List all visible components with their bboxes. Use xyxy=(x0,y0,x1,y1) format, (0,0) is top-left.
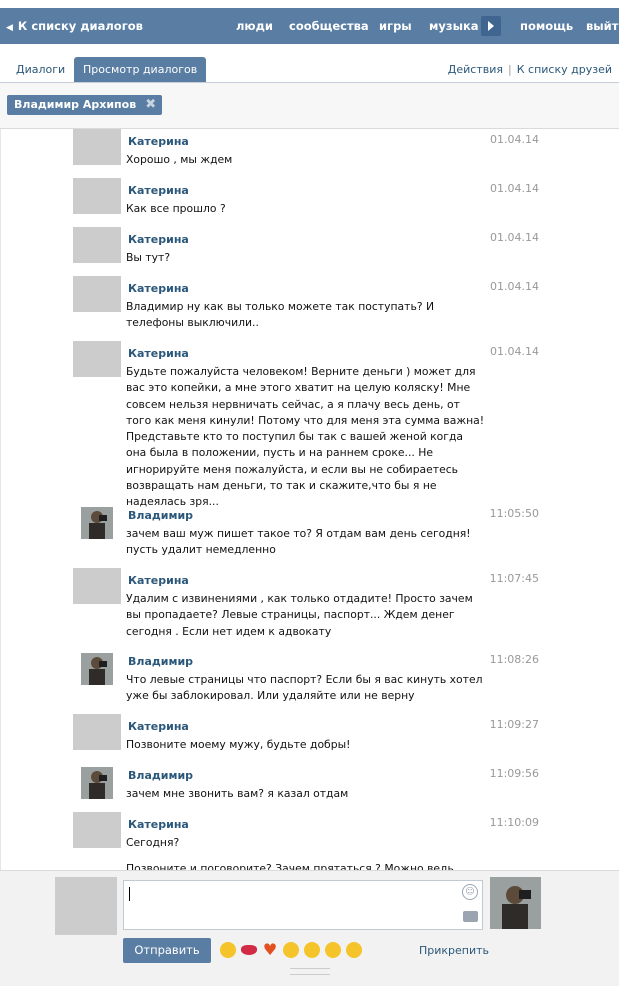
message-time: 01.04.14 xyxy=(490,345,539,358)
close-icon[interactable]: ✖ xyxy=(145,95,156,115)
back-to-dialogs-link[interactable]: ◀ К списку диалогов xyxy=(6,8,143,44)
message-text: Удалим с извинениями , как только отдади… xyxy=(126,592,473,638)
message-text: зачем ваш муж пишет такое то? Я отдам ва… xyxy=(126,527,471,557)
avatar[interactable] xyxy=(73,714,121,750)
message-text: Вы тут? xyxy=(126,251,171,264)
tab-view-dialogs[interactable]: Просмотр диалогов xyxy=(74,57,207,82)
divider: | xyxy=(508,63,512,76)
relieved-face-icon[interactable] xyxy=(325,942,341,958)
message-author[interactable]: Катерина xyxy=(128,233,189,246)
filter-chip-label: Владимир Архипов xyxy=(14,98,137,111)
send-button[interactable]: Отправить xyxy=(123,938,211,963)
message-author[interactable]: Катерина xyxy=(128,135,189,148)
filter-bar: Владимир Архипов ✖ xyxy=(0,83,619,129)
attach-link[interactable]: Прикрепить xyxy=(419,944,489,957)
message-time: 01.04.14 xyxy=(490,182,539,195)
message-text: Позвоните и поговорите? Зачем прятаться … xyxy=(126,862,454,870)
message-time: 11:07:45 xyxy=(489,572,539,585)
message-text: Позвоните моему мужу, будьте добры! xyxy=(126,738,351,751)
play-icon[interactable] xyxy=(481,16,501,36)
message-author[interactable]: Владимир xyxy=(128,769,193,782)
message-time: 11:08:26 xyxy=(489,653,539,666)
nav-people[interactable]: люди xyxy=(236,8,273,44)
message-text: зачем мне звонить вам? я казал отдам xyxy=(126,787,349,800)
filter-chip[interactable]: Владимир Архипов ✖ xyxy=(7,95,163,115)
avatar[interactable] xyxy=(73,129,121,165)
message-author[interactable]: Катерина xyxy=(128,574,189,587)
message-text: Владимир ну как вы только можете так пос… xyxy=(126,300,435,330)
avatar[interactable] xyxy=(73,341,121,377)
message-text: Как все прошло ? xyxy=(126,202,226,215)
message-time: 01.04.14 xyxy=(490,133,539,146)
nav-music[interactable]: музыка xyxy=(429,8,479,44)
message-time: 01.04.14 xyxy=(490,280,539,293)
smile-icon[interactable]: ☺ xyxy=(462,884,478,900)
avatar[interactable] xyxy=(73,568,121,604)
avatar[interactable] xyxy=(73,227,121,263)
message-time: 11:05:50 xyxy=(489,507,539,520)
message-author[interactable]: Владимир xyxy=(128,655,193,668)
camera-icon[interactable] xyxy=(463,911,478,922)
chevron-left-icon: ◀ xyxy=(6,23,13,33)
message-text: Что левые страницы что паспорт? Если бы … xyxy=(126,673,483,703)
message-author[interactable]: Катерина xyxy=(128,282,189,295)
top-navigation-bar: ◀ К списку диалогов люди сообщества игры … xyxy=(0,8,619,44)
avatar[interactable] xyxy=(55,877,117,935)
nav-games[interactable]: игры xyxy=(379,8,412,44)
nav-logout[interactable]: выйти xyxy=(586,8,619,44)
message-time: 11:09:27 xyxy=(489,718,539,731)
heart-icon[interactable]: ♥ xyxy=(262,942,278,958)
resize-handle[interactable] xyxy=(290,968,330,975)
avatar[interactable] xyxy=(73,812,121,848)
message-input[interactable]: ☺ xyxy=(123,880,483,930)
crying-face-icon[interactable] xyxy=(304,942,320,958)
actions-links: Действия | К списку друзей xyxy=(448,57,612,82)
kiss-lips-icon[interactable] xyxy=(241,945,257,955)
tabs-row: Диалоги Просмотр диалогов Действия | К спи… xyxy=(0,57,619,83)
message-author[interactable]: Катерина xyxy=(128,184,189,197)
avatar-photo[interactable] xyxy=(490,877,541,929)
message-author[interactable]: Владимир xyxy=(128,509,193,522)
message-text: Хорошо , мы ждем xyxy=(126,153,233,166)
message-text: Будьте пожалуйста человеком! Верните ден… xyxy=(126,365,485,509)
text-caret xyxy=(129,887,130,901)
compose-area: ☺ Отправить ♥ Прикрепить xyxy=(0,870,619,986)
friends-list-link[interactable]: К списку друзей xyxy=(517,63,612,76)
grinning-face-icon[interactable] xyxy=(220,942,236,958)
nav-help[interactable]: помощь xyxy=(520,8,573,44)
message-time: 11:09:56 xyxy=(489,767,539,780)
actions-link[interactable]: Действия xyxy=(448,63,503,76)
avatar[interactable] xyxy=(73,178,121,214)
message-author[interactable]: Катерина xyxy=(128,720,189,733)
message-text: Сегодня? xyxy=(126,836,180,849)
tears-of-joy-icon[interactable] xyxy=(283,942,299,958)
message-author[interactable]: Катерина xyxy=(128,347,189,360)
emoji-row: ♥ xyxy=(220,942,367,960)
avatar-photo[interactable] xyxy=(81,767,113,799)
message-time: 01.04.14 xyxy=(490,231,539,244)
message-history[interactable]: Катерина 01.04.14 Хорошо , мы ждем Катер… xyxy=(0,129,619,870)
avatar[interactable] xyxy=(73,276,121,312)
grinning-face-icon[interactable] xyxy=(346,942,362,958)
message-author[interactable]: Катерина xyxy=(128,818,189,831)
message-time: 11:10:09 xyxy=(489,816,539,829)
avatar-photo[interactable] xyxy=(81,653,113,685)
tab-dialogs[interactable]: Диалоги xyxy=(7,57,74,82)
avatar-photo[interactable] xyxy=(81,507,113,539)
back-to-dialogs-label: К списку диалогов xyxy=(17,19,143,33)
nav-communities[interactable]: сообщества xyxy=(289,8,369,44)
